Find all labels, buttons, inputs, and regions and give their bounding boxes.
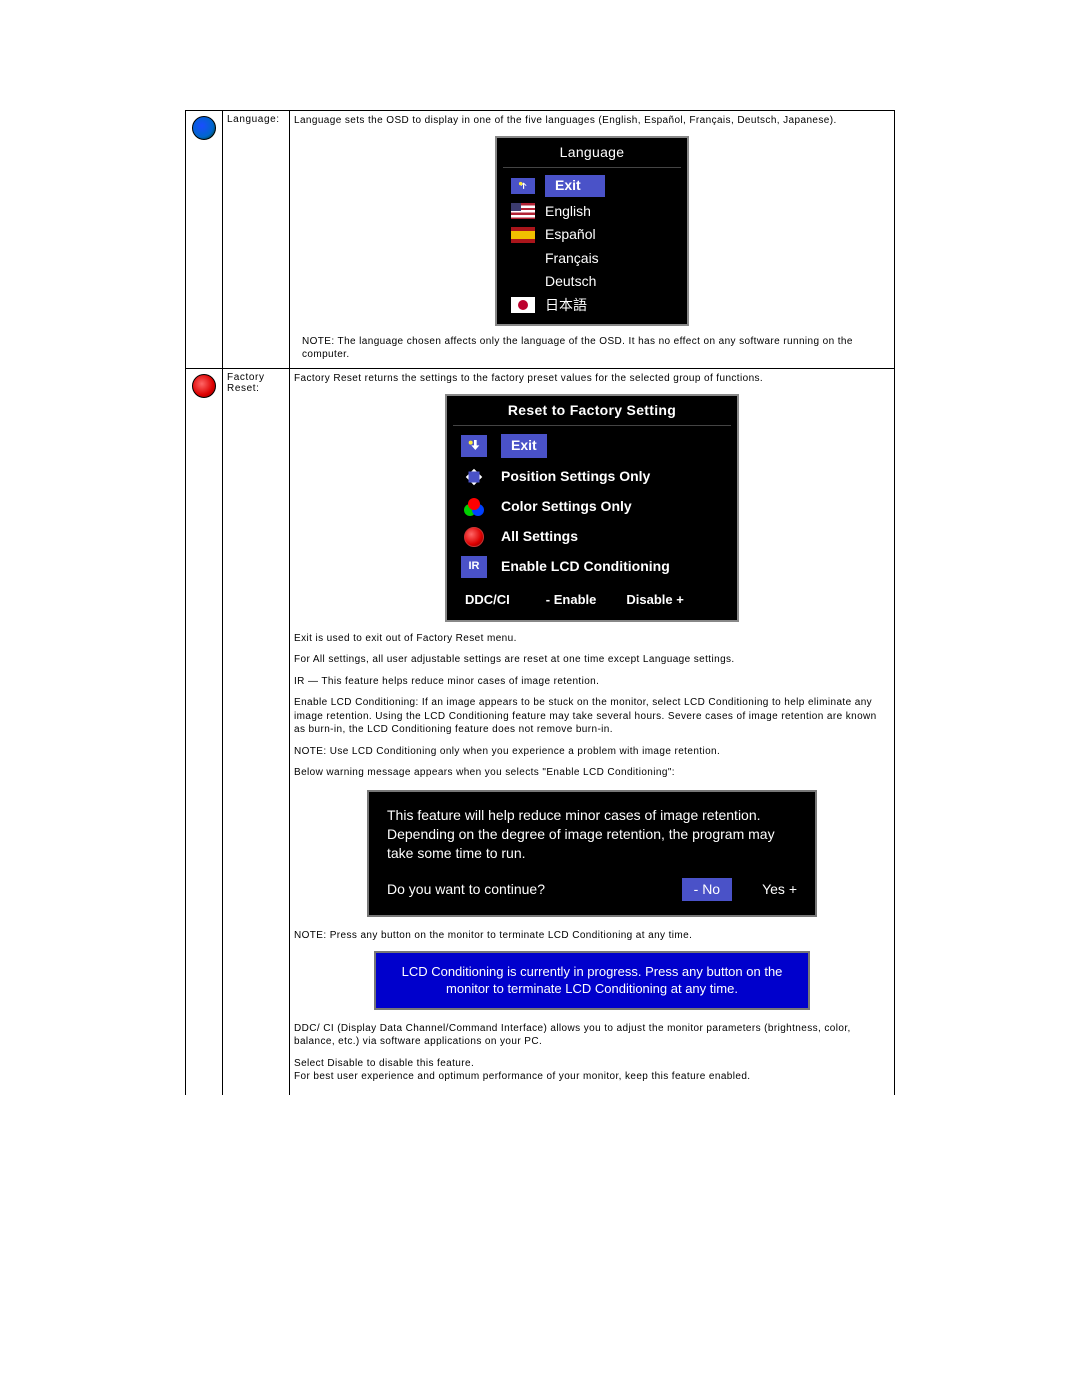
label: Exit (501, 434, 547, 458)
flag-fr-icon (511, 250, 535, 266)
color-icon (461, 496, 487, 518)
reset-intro: Factory Reset returns the settings to th… (294, 372, 890, 386)
flag-us-icon (511, 203, 535, 219)
label: Français (545, 250, 599, 268)
language-menu-title: Language (497, 138, 687, 168)
text-exit: Exit is used to exit out of Factory Rese… (294, 632, 890, 646)
warn-question: Do you want to continue? (387, 880, 652, 899)
exit-icon (511, 178, 535, 194)
language-note: NOTE: The language chosen affects only t… (302, 336, 890, 361)
ir-icon: IR (461, 556, 487, 578)
label: Español (545, 226, 596, 244)
ddcci-label: DDC/CI (465, 592, 510, 608)
reset-osd-menu: Reset to Factory Setting Exit Position S… (445, 394, 739, 622)
position-icon (461, 466, 487, 488)
warn-message: This feature will help reduce minor case… (387, 806, 797, 863)
flag-es-icon (511, 227, 535, 243)
no-button[interactable]: - No (682, 878, 732, 901)
flag-de-icon (511, 274, 535, 290)
label: All Settings (501, 528, 578, 546)
note-press-any-button: NOTE: Press any button on the monitor to… (294, 929, 890, 943)
menu-item-all-settings[interactable]: All Settings (447, 522, 737, 552)
menu-item-english[interactable]: English (497, 200, 687, 224)
ddcci-disable[interactable]: Disable + (626, 592, 683, 608)
flag-jp-icon (511, 297, 535, 313)
exit-icon (461, 435, 487, 457)
reset-menu-title: Reset to Factory Setting (447, 396, 737, 426)
label: Deutsch (545, 273, 596, 291)
ddcci-enable[interactable]: - Enable (546, 592, 597, 608)
menu-item-japanese[interactable]: 日本語 (497, 294, 687, 325)
language-osd-menu: Language Exit English Español (495, 136, 689, 327)
label: Enable LCD Conditioning (501, 558, 670, 576)
text-all: For All settings, all user adjustable se… (294, 653, 890, 667)
text-enable: For best user experience and optimum per… (294, 1070, 890, 1084)
ddcci-row: DDC/CI - Enable Disable + (447, 582, 737, 620)
text-lcdcond: Enable LCD Conditioning: If an image app… (294, 696, 890, 737)
factory-reset-label: Factory Reset: (223, 369, 290, 1095)
menu-item-color-settings[interactable]: Color Settings Only (447, 492, 737, 522)
menu-item-position-settings[interactable]: Position Settings Only (447, 462, 737, 492)
label: Position Settings Only (501, 468, 650, 486)
label: 日本語 (545, 297, 587, 315)
menu-item-exit[interactable]: Exit (497, 172, 687, 200)
menu-item-exit[interactable]: Exit (447, 430, 737, 462)
note-lcdcond: NOTE: Use LCD Conditioning only when you… (294, 745, 890, 759)
all-settings-icon (461, 526, 487, 548)
yes-button[interactable]: Yes + (762, 880, 797, 899)
label: Color Settings Only (501, 498, 632, 516)
globe-icon (192, 116, 216, 140)
language-intro: Language sets the OSD to display in one … (294, 114, 890, 128)
settings-table: Language: Language sets the OSD to displ… (185, 110, 895, 1095)
language-label: Language: (223, 111, 290, 369)
factory-reset-icon (192, 374, 216, 398)
menu-item-deutsch[interactable]: Deutsch (497, 270, 687, 294)
lcd-conditioning-progress: LCD Conditioning is currently in progres… (374, 951, 810, 1010)
menu-item-espanol[interactable]: Español (497, 223, 687, 247)
lcd-conditioning-prompt: This feature will help reduce minor case… (367, 790, 817, 918)
text-below: Below warning message appears when you s… (294, 766, 890, 780)
label: English (545, 203, 591, 221)
label: Exit (545, 175, 605, 197)
menu-item-enable-lcd-conditioning[interactable]: IR Enable LCD Conditioning (447, 552, 737, 582)
menu-item-francais[interactable]: Français (497, 247, 687, 271)
text-ir: IR — This feature helps reduce minor cas… (294, 675, 890, 689)
text-ddcci: DDC/ CI (Display Data Channel/Command In… (294, 1022, 890, 1049)
text-disable: Select Disable to disable this feature. (294, 1057, 890, 1071)
